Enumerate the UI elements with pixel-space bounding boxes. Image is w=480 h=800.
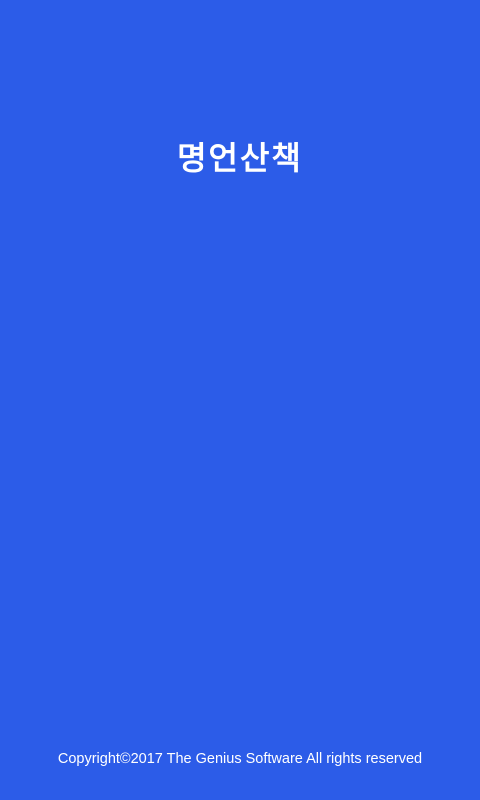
copyright-notice: Copyright©2017 The Genius Software All r… <box>57 751 423 767</box>
splash-screen: 명언산책 Copyright©2017 The Genius Software … <box>0 0 480 800</box>
app-title: 명언산책 <box>177 139 303 177</box>
